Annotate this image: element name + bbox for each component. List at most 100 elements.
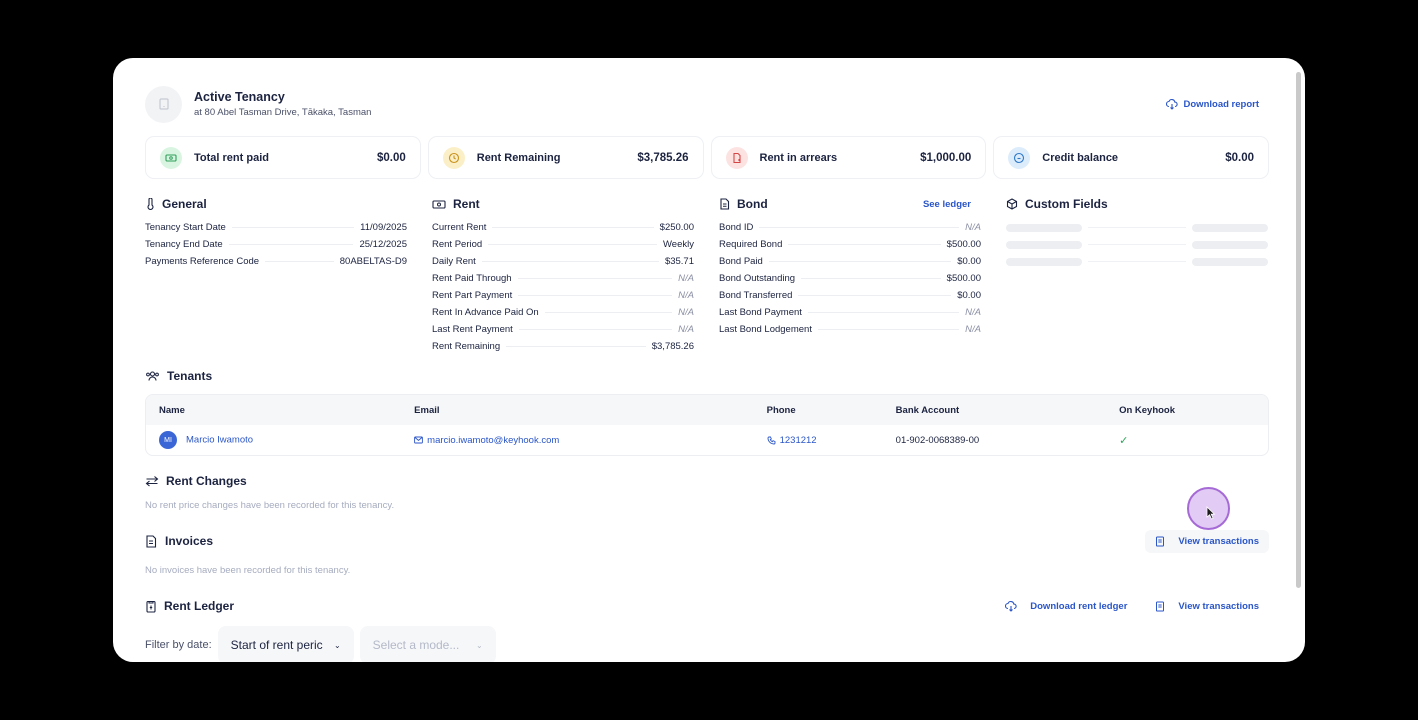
download-rent-ledger-button[interactable]: Download rent ledger [1005, 600, 1127, 612]
kv-row: Last Rent Payment N/A [432, 321, 694, 338]
chevron-down-icon: ⌄ [333, 640, 341, 650]
tenant-phone-link[interactable]: 1231212 [780, 435, 817, 446]
column-header: Email [414, 404, 440, 416]
custom-fields-section: Custom Fields [1006, 196, 1268, 355]
column-header: Phone [766, 404, 796, 416]
ledger-icon [146, 600, 156, 613]
filter-label: Filter by date: [145, 639, 212, 651]
mode-placeholder: Select a mode... [372, 638, 460, 652]
card-value: $0.00 [1225, 151, 1254, 164]
kv-value: 80ABELTAS-D9 [339, 256, 407, 267]
click-indicator [1187, 487, 1230, 530]
receipt-icon [1156, 601, 1165, 611]
kv-key: Last Bond Lodgement [719, 324, 812, 335]
tenants-section: Tenants Name Email Phone Bank Account On… [145, 367, 1269, 456]
date-filter: Filter by date: Start of rent peric ⌄ Se… [145, 626, 1269, 662]
clock-icon [442, 146, 465, 169]
loading-skeleton-row [1006, 253, 1268, 270]
see-ledger-link[interactable]: See ledger [923, 199, 971, 210]
kv-value: $250.00 [659, 222, 694, 233]
details-sections: General Tenancy Start Date 11/09/2025 Ten… [145, 196, 1269, 355]
kv-row: Tenancy Start Date 11/09/2025 [145, 219, 407, 236]
tenant-phone-cell[interactable]: 1231212 [767, 435, 896, 446]
tenancy-content: Active Tenancy at 80 Abel Tasman Drive, … [145, 84, 1269, 662]
kv-row: Rent Paid Through N/A [432, 270, 694, 287]
summary-cards: Total rent paid $0.00 Rent Remaining $3,… [145, 136, 1269, 179]
date-type-select[interactable]: Start of rent peric ⌄ [217, 626, 354, 662]
card-label: Rent Remaining [476, 151, 561, 164]
cube-icon [1006, 198, 1018, 210]
kv-value: $3,785.26 [651, 341, 694, 352]
kv-value: N/A [678, 324, 694, 335]
kv-key: Bond Paid [719, 256, 763, 267]
tenant-name-link[interactable]: Marcio Iwamoto [186, 435, 253, 446]
card-value: $3,785.26 [637, 151, 689, 164]
kv-value: N/A [965, 307, 981, 318]
cloud-download-icon [1165, 98, 1178, 110]
kv-value: N/A [965, 324, 981, 335]
download-report-button[interactable]: Download report [1165, 98, 1259, 110]
kv-value: N/A [678, 273, 694, 284]
table-row[interactable]: MI Marcio Iwamoto marcio.iwamoto@keyhook.… [146, 425, 1268, 455]
kv-row: Payments Reference Code 80ABELTAS-D9 [145, 253, 407, 270]
kv-row: Daily Rent $35.71 [432, 253, 694, 270]
card-label: Total rent paid [194, 151, 269, 164]
kv-row: Bond Transferred $0.00 [719, 287, 981, 304]
column-header: On Keyhook [1119, 404, 1176, 416]
kv-value: N/A [678, 290, 694, 301]
kv-key: Rent Remaining [432, 341, 501, 352]
kv-key: Current Rent [432, 222, 487, 233]
cloud-download-icon [1005, 600, 1017, 612]
tenant-email-link[interactable]: marcio.iwamoto@keyhook.com [427, 435, 559, 446]
tenant-email-cell[interactable]: marcio.iwamoto@keyhook.com [414, 435, 766, 446]
kv-value: $0.00 [957, 256, 981, 267]
kv-key: Bond Outstanding [719, 273, 796, 284]
tenant-bank-account: 01-902-0068389-00 [895, 434, 980, 446]
invoice-icon [146, 534, 157, 548]
loading-skeleton-row [1006, 219, 1268, 236]
kv-key: Bond Transferred [719, 290, 793, 301]
mode-select[interactable]: Select a mode... ⌄ [359, 626, 496, 662]
kv-value: Weekly [663, 239, 694, 250]
kv-row: Rent In Advance Paid On N/A [432, 304, 694, 321]
ledger-view-transactions-button[interactable]: View transactions [1155, 601, 1259, 612]
avatar: MI [159, 431, 177, 449]
kv-key: Rent Part Payment [432, 290, 513, 301]
users-icon [146, 371, 159, 381]
kv-row: Tenancy End Date 25/12/2025 [145, 236, 407, 253]
kv-value: N/A [965, 222, 981, 233]
swap-arrows-icon [145, 476, 159, 487]
kv-key: Last Bond Payment [719, 307, 802, 318]
kv-row: Rent Part Payment N/A [432, 287, 694, 304]
document-icon [720, 198, 730, 210]
kv-value: 11/09/2025 [360, 222, 407, 233]
rent-remaining-card: Rent Remaining $3,785.26 [427, 136, 704, 179]
column-header: Name [159, 404, 185, 416]
rent-section: Rent Current Rent $250.00 Rent Period Week… [432, 196, 694, 355]
app-window: Active Tenancy at 80 Abel Tasman Drive, … [113, 58, 1305, 662]
column-header: Bank Account [895, 404, 960, 416]
cursor-icon [1206, 506, 1216, 520]
kv-key: Rent In Advance Paid On [432, 307, 539, 318]
phone-icon [767, 436, 776, 444]
empty-state-text: No invoices have been recorded for this … [145, 565, 351, 576]
receipt-icon [1156, 536, 1165, 546]
section-title: Rent Changes [166, 474, 247, 488]
section-title: Custom Fields [1025, 197, 1108, 211]
scrollbar[interactable] [1296, 72, 1301, 588]
rent-in-arrears-card: Rent in arrears $1,000.00 [710, 136, 987, 179]
kv-value: $500.00 [946, 239, 981, 250]
section-title: Rent [453, 197, 480, 211]
card-value: $1,000.00 [920, 151, 972, 164]
kv-value: $35.71 [664, 256, 694, 267]
view-transactions-label: View transactions [1178, 535, 1259, 547]
section-title: General [162, 197, 207, 211]
kv-key: Bond ID [719, 222, 754, 233]
kv-value: 25/12/2025 [359, 239, 407, 250]
section-title: Invoices [165, 534, 214, 548]
check-icon: ✓ [1119, 434, 1129, 447]
view-transactions-button[interactable]: View transactions [1145, 529, 1269, 553]
page-title: Active Tenancy [194, 90, 285, 104]
rent-ledger-section: Rent Ledger Download rent ledger View tr… [145, 596, 1269, 662]
table-header: Name Email Phone Bank Account On Keyhook [146, 395, 1268, 425]
